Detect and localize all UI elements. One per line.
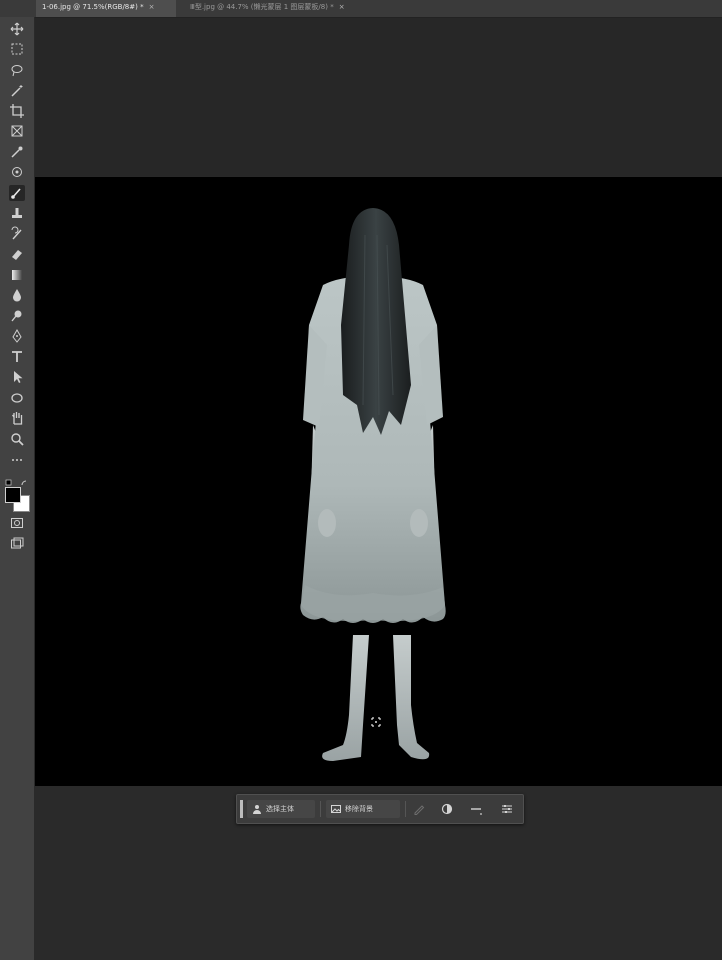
select-subject-button[interactable]: 选择主体 xyxy=(247,800,315,818)
gradient-tool-icon[interactable] xyxy=(9,267,25,283)
tab-close-icon[interactable]: × xyxy=(339,3,345,11)
history-brush-tool-icon[interactable] xyxy=(9,226,25,242)
magic-wand-tool-icon[interactable] xyxy=(9,83,25,99)
swap-colors-icon[interactable] xyxy=(5,472,29,486)
pasteboard xyxy=(35,18,722,176)
frame-tool-icon[interactable] xyxy=(9,123,25,139)
dodge-tool-icon[interactable] xyxy=(9,308,25,324)
brush-tool-icon[interactable] xyxy=(9,185,25,201)
eyedropper-tool-icon[interactable] xyxy=(9,144,25,160)
more-tools-icon[interactable] xyxy=(9,452,25,468)
tab-close-icon[interactable]: × xyxy=(149,3,155,11)
clone-stamp-tool-icon[interactable] xyxy=(9,205,25,221)
lasso-tool-icon[interactable] xyxy=(9,62,25,78)
document-canvas[interactable] xyxy=(35,177,722,786)
screen-mode-icon[interactable] xyxy=(9,536,25,552)
edit-icon[interactable] xyxy=(412,802,426,816)
adjustment-icon[interactable] xyxy=(440,802,454,816)
remove-background-label: 移除背景 xyxy=(345,805,373,813)
pen-tool-icon[interactable] xyxy=(9,328,25,344)
crosshair-cursor-icon xyxy=(371,717,381,727)
remove-background-button[interactable]: 移除背景 xyxy=(326,800,400,818)
foreground-color-swatch[interactable] xyxy=(5,487,21,503)
marquee-tool-icon[interactable] xyxy=(9,41,25,57)
eraser-tool-icon[interactable] xyxy=(9,246,25,262)
taskbar-divider xyxy=(405,801,406,817)
move-tool-icon[interactable] xyxy=(9,21,25,37)
shape-tool-icon[interactable] xyxy=(9,390,25,406)
person-icon xyxy=(253,805,261,814)
tab-label: 1-06.jpg @ 71.5%(RGB/8#) * xyxy=(42,3,144,11)
zoom-tool-icon[interactable] xyxy=(9,431,25,447)
tab-label: Ⅲ型.jpg @ 44.7% (懒光蒙层 1 图层蒙板/8) * xyxy=(190,3,334,11)
document-tab-bar: 1-06.jpg @ 71.5%(RGB/8#) * × Ⅲ型.jpg @ 44.… xyxy=(0,0,722,18)
image-icon xyxy=(331,805,341,813)
quick-mask-icon[interactable] xyxy=(9,515,25,531)
taskbar-divider xyxy=(320,801,321,817)
type-tool-icon[interactable] xyxy=(9,349,25,365)
taskbar-drag-handle[interactable] xyxy=(240,800,243,818)
spot-healing-tool-icon[interactable] xyxy=(9,164,25,180)
hand-tool-icon[interactable] xyxy=(9,410,25,426)
taskbar-settings-icon[interactable] xyxy=(500,802,514,816)
tab-document-1[interactable]: 1-06.jpg @ 71.5%(RGB/8#) * × xyxy=(36,0,176,17)
blur-tool-icon[interactable] xyxy=(9,287,25,303)
ghost-figure-image xyxy=(300,208,446,761)
tab-document-2[interactable]: Ⅲ型.jpg @ 44.7% (懒光蒙层 1 图层蒙板/8) * × xyxy=(184,0,386,17)
contextual-task-bar: 选择主体 移除背景 xyxy=(236,794,524,824)
more-options-icon[interactable] xyxy=(469,802,483,816)
tools-panel xyxy=(0,17,35,960)
select-subject-label: 选择主体 xyxy=(266,805,294,813)
crop-tool-icon[interactable] xyxy=(9,103,25,119)
path-selection-tool-icon[interactable] xyxy=(9,369,25,385)
